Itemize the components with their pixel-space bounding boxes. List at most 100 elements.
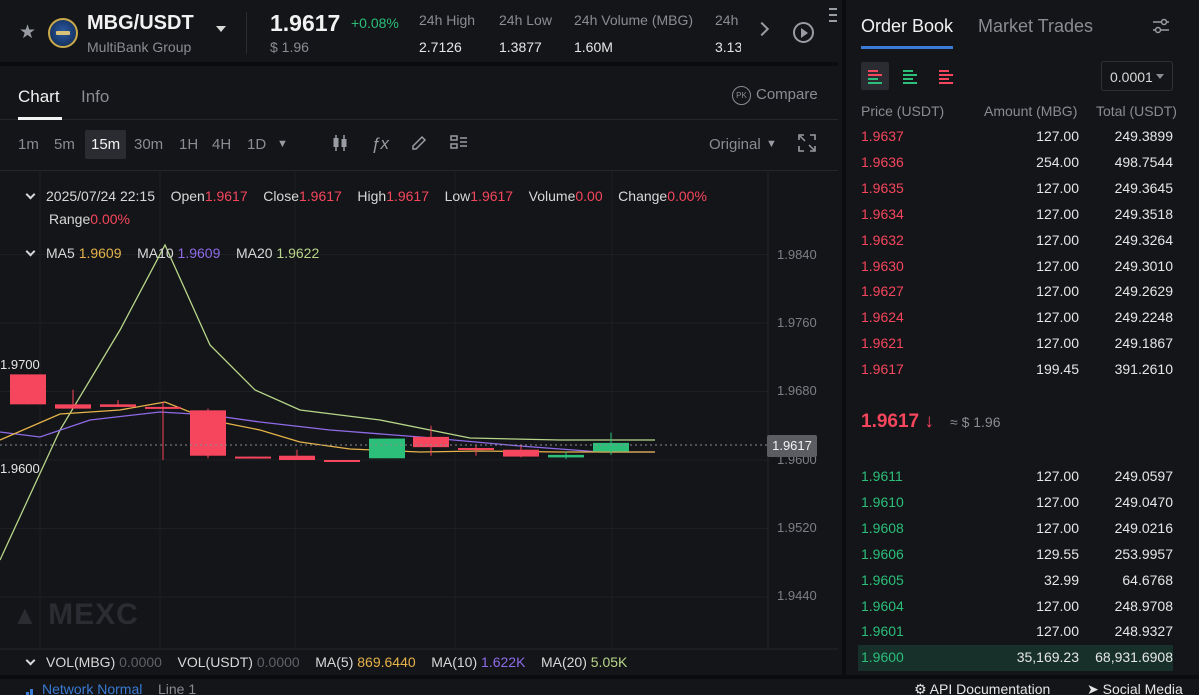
row-total: 68,931.6908 — [1095, 649, 1173, 666]
row-price: 1.9601 — [861, 623, 904, 640]
row-price: 1.9634 — [861, 205, 904, 222]
row-total: 253.9957 — [1114, 545, 1173, 562]
menu-icon[interactable] — [829, 8, 837, 26]
bid-row[interactable]: 1.9610 127.00 249.0470 — [861, 494, 1173, 520]
row-total: 249.2629 — [1114, 283, 1173, 300]
divider — [246, 12, 247, 54]
compare-icon[interactable]: PK — [732, 86, 751, 105]
candlestick-icon[interactable] — [332, 134, 348, 157]
network-status[interactable]: Network Normal — [42, 681, 142, 695]
row-total: 249.1867 — [1114, 335, 1173, 352]
tab-chart[interactable]: Chart — [18, 87, 60, 107]
row-total: 391.2610 — [1114, 361, 1173, 378]
play-icon[interactable] — [793, 22, 814, 43]
ask-row[interactable]: 1.9627 127.00 249.2629 — [861, 283, 1173, 309]
volume-legend: VOL(MBG) 0.0000 VOL(USDT) 0.0000 MA(5) 8… — [25, 654, 627, 670]
row-price: 1.9610 — [861, 493, 904, 510]
header-price: Price (USDT) — [861, 103, 945, 119]
y-axis-label: 1.9520 — [777, 520, 817, 535]
bid-row[interactable]: 1.9605 32.99 64.6768 — [861, 572, 1173, 598]
ask-row[interactable]: 1.9635 127.00 249.3645 — [861, 180, 1173, 206]
timeframe-30m[interactable]: 30m — [134, 136, 163, 153]
indicator-fx-icon[interactable]: ƒx — [371, 134, 389, 154]
mexc-watermark: ▲ MEXC — [12, 598, 139, 631]
timeframe-1h[interactable]: 1H — [179, 136, 198, 153]
pair-dropdown-icon[interactable] — [216, 26, 226, 32]
chevron-right-icon[interactable] — [754, 21, 770, 37]
y-axis-label: 1.9680 — [777, 383, 817, 398]
ask-row[interactable]: 1.9630 127.00 249.3010 — [861, 258, 1173, 284]
chart-panel: ★ MBG/USDT MultiBank Group 1.9617 +0.08%… — [0, 0, 838, 695]
timeframe-15m[interactable]: 15m — [85, 130, 127, 159]
settings-sliders-icon[interactable] — [1151, 16, 1171, 36]
row-price: 1.9605 — [861, 571, 904, 588]
stat-value-low: 1.3877 — [499, 39, 542, 55]
candle-body — [190, 410, 226, 456]
row-price: 1.9637 — [861, 128, 904, 144]
timeframe-4h[interactable]: 4H — [212, 136, 231, 153]
ma-legend: MA5 1.9609 MA10 1.9609 MA20 1.9622 — [25, 245, 319, 261]
row-amount: 127.00 — [1036, 468, 1079, 484]
view-bids-icon[interactable] — [896, 62, 924, 90]
line-select[interactable]: Line 1 — [158, 681, 196, 695]
candle — [100, 400, 136, 407]
row-total: 248.9708 — [1114, 597, 1173, 614]
tab-market-trades[interactable]: Market Trades — [978, 16, 1093, 37]
current-price-tag: 1.9617 — [767, 435, 817, 457]
ask-row[interactable]: 1.9624 127.00 249.2248 — [861, 309, 1173, 335]
header-total: Total (USDT) — [1096, 103, 1177, 119]
row-amount: 129.55 — [1036, 545, 1079, 562]
row-price: 1.9600 — [861, 649, 904, 666]
mid-price: 1.9617 ↓ — [861, 411, 934, 432]
candle-body — [458, 448, 494, 451]
bid-row[interactable]: 1.9604 127.00 248.9708 — [861, 598, 1173, 624]
ask-row[interactable]: 1.9621 127.00 249.1867 — [861, 335, 1173, 361]
row-total: 498.7544 — [1114, 153, 1173, 170]
tab-order-book[interactable]: Order Book — [861, 16, 953, 37]
view-both-icon[interactable] — [861, 62, 889, 90]
chart-mode-dropdown-icon[interactable]: ▼ — [766, 138, 777, 150]
ask-row[interactable]: 1.9632 127.00 249.3264 — [861, 232, 1173, 258]
bid-row[interactable]: 1.9611 127.00 249.0597 — [861, 468, 1173, 494]
bid-row[interactable]: 1.9600 35,169.23 68,931.6908 — [861, 649, 1173, 675]
compare-button[interactable]: Compare — [756, 86, 818, 103]
collapse-icon[interactable] — [25, 189, 36, 200]
candle — [279, 449, 315, 460]
timeframe-dropdown-icon[interactable]: ▼ — [277, 138, 288, 150]
bid-row[interactable]: 1.9601 127.00 248.9327 — [861, 623, 1173, 649]
ask-row[interactable]: 1.9617 199.45 391.2610 — [861, 361, 1173, 387]
row-price: 1.9606 — [861, 545, 904, 562]
row-price: 1.9608 — [861, 519, 904, 536]
tab-info[interactable]: Info — [81, 87, 109, 107]
bid-row[interactable]: 1.9608 127.00 249.0216 — [861, 520, 1173, 546]
fullscreen-icon[interactable] — [798, 134, 816, 157]
pair-name[interactable]: MBG/USDT — [87, 12, 194, 35]
layout-icon[interactable] — [450, 134, 468, 157]
collapse-icon[interactable] — [25, 655, 36, 666]
row-amount: 127.00 — [1036, 493, 1079, 510]
social-media-link[interactable]: ➤ Social Media — [1087, 681, 1183, 695]
bid-row[interactable]: 1.9606 129.55 253.9957 — [861, 546, 1173, 572]
row-amount: 127.00 — [1036, 519, 1079, 536]
pencil-icon[interactable] — [410, 134, 428, 157]
signal-icon — [18, 684, 34, 695]
precision-select[interactable]: 0.0001 — [1101, 61, 1173, 91]
favorite-star-icon[interactable]: ★ — [19, 21, 36, 44]
timeframe-1m[interactable]: 1m — [18, 136, 39, 153]
timeframe-1d[interactable]: 1D — [247, 136, 266, 153]
view-asks-icon[interactable] — [932, 62, 960, 90]
ohlc-range: Range0.00% — [49, 211, 130, 227]
timeframe-5m[interactable]: 5m — [54, 136, 75, 153]
collapse-icon[interactable] — [25, 246, 36, 257]
ask-row[interactable]: 1.9634 127.00 249.3518 — [861, 206, 1173, 232]
mid-price-usd: ≈ $ 1.96 — [950, 414, 1001, 430]
ask-row[interactable]: 1.9636 254.00 498.7544 — [861, 154, 1173, 180]
ask-row[interactable]: 1.9637 127.00 249.3899 — [861, 128, 1173, 154]
chart-mode-select[interactable]: Original — [709, 136, 761, 153]
row-price: 1.9617 — [861, 361, 904, 378]
api-documentation-link[interactable]: ⚙ API Documentation — [914, 681, 1050, 695]
row-amount: 127.00 — [1036, 257, 1079, 274]
row-price: 1.9630 — [861, 257, 904, 274]
row-price: 1.9635 — [861, 179, 904, 196]
candle — [369, 438, 405, 459]
